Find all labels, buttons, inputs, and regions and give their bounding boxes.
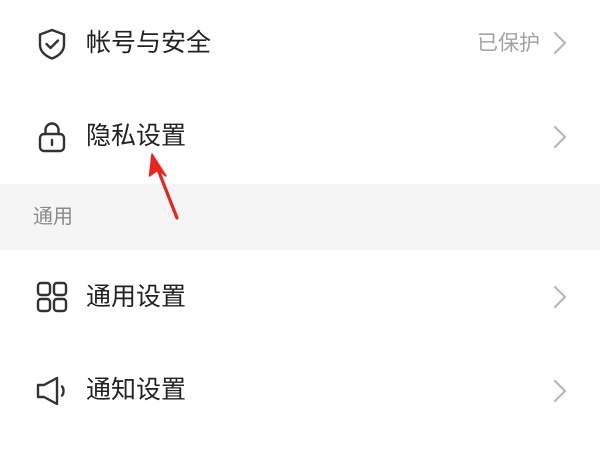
settings-screen: 帐号与安全 已保护 隐私设置 通用 通用设置 通知设置 [0,0,600,450]
notification-settings-row[interactable]: 通知设置 [0,342,600,438]
general-section-header: 通用 [0,184,600,250]
shield-check-icon [33,25,71,63]
privacy-settings-label: 隐私设置 [86,121,187,150]
privacy-settings-row[interactable]: 隐私设置 [0,88,600,184]
account-security-row[interactable]: 帐号与安全 已保护 [0,0,600,88]
account-security-label: 帐号与安全 [86,28,212,57]
speaker-icon [33,372,71,410]
chevron-right-icon [552,378,568,404]
chevron-right-icon [552,124,568,150]
notification-settings-label: 通知设置 [86,375,187,404]
account-security-status: 已保护 [477,31,540,55]
general-settings-label: 通用设置 [86,282,187,311]
chevron-right-icon [552,30,568,56]
grid-icon [33,278,71,316]
lock-icon [33,118,71,156]
general-settings-row[interactable]: 通用设置 [0,250,600,342]
section-title: 通用 [33,204,73,228]
chevron-right-icon [552,284,568,310]
